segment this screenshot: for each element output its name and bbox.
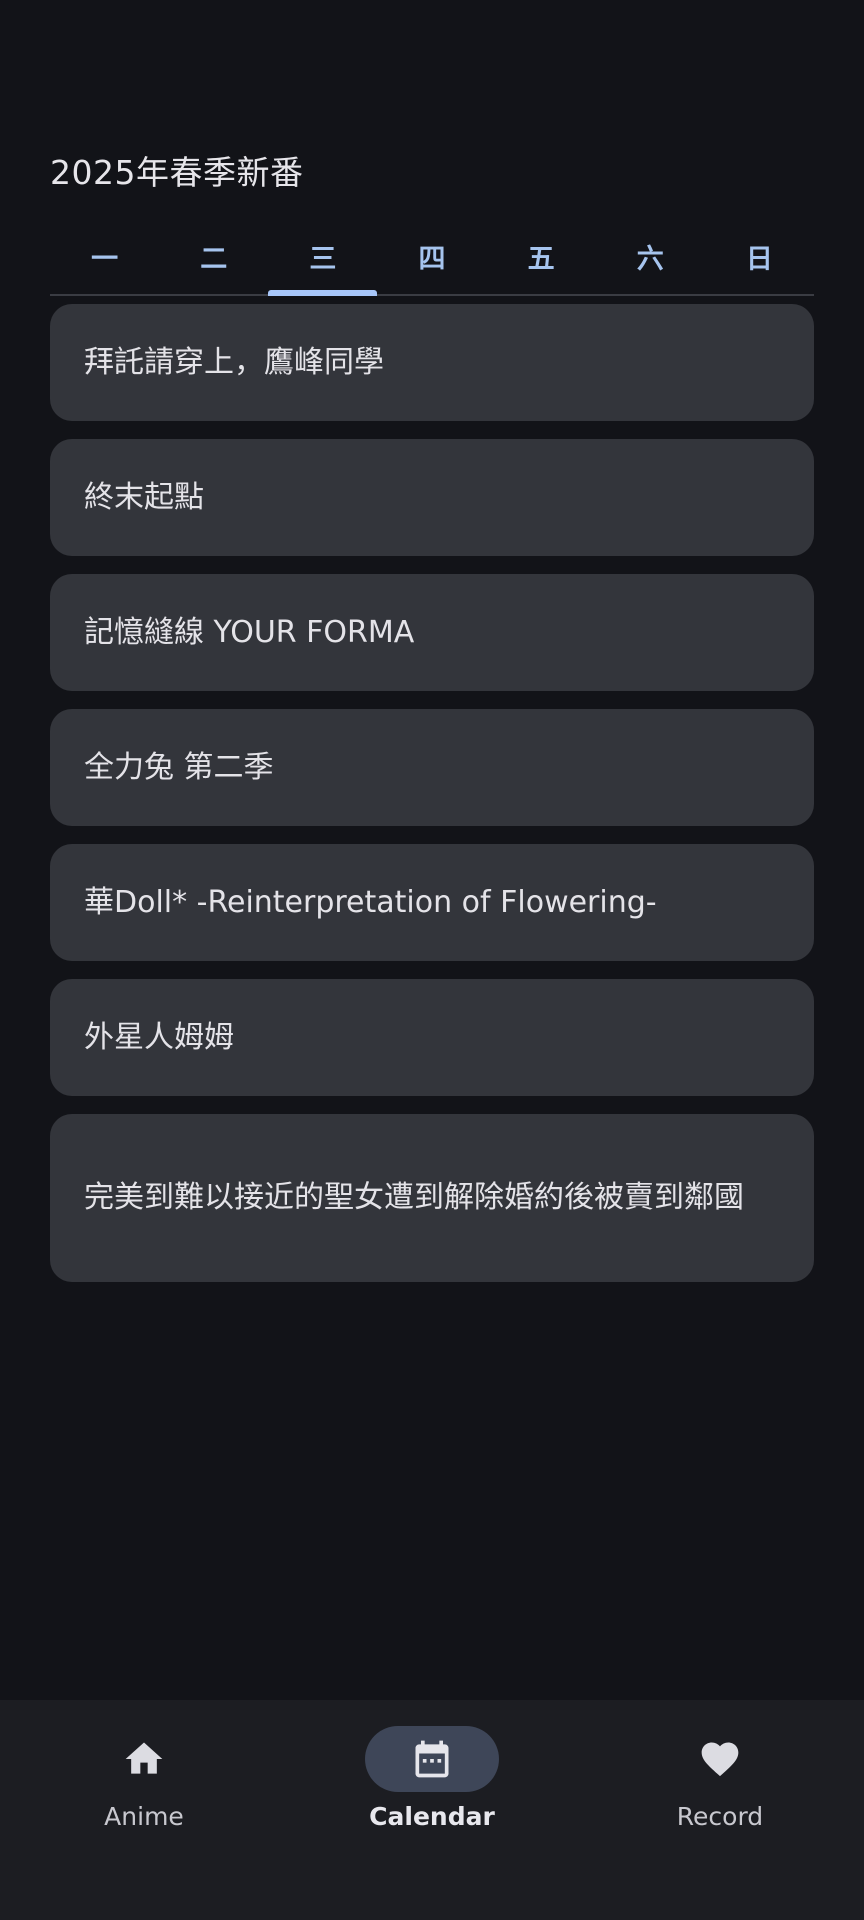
anime-card[interactable]: 記憶縫線 YOUR FORMA — [50, 574, 814, 691]
nav-item-record[interactable]: Record — [576, 1700, 864, 1920]
tab-sunday[interactable]: 日 — [705, 218, 814, 294]
nav-icon-container — [77, 1726, 211, 1792]
nav-item-anime[interactable]: Anime — [0, 1700, 288, 1920]
page-title: 2025年春季新番 — [50, 153, 304, 192]
home-icon — [122, 1737, 166, 1781]
tab-saturday[interactable]: 六 — [596, 218, 705, 294]
nav-item-calendar[interactable]: Calendar — [288, 1700, 576, 1920]
nav-label-record: Record — [676, 1802, 764, 1831]
screen: 2025年春季新番 一 二 三 四 五 六 日 拜託請穿上，鷹峰同學 終末起點 … — [0, 0, 864, 1920]
anime-card[interactable]: 華Doll* -Reinterpretation of Flowering- — [50, 844, 814, 961]
anime-card[interactable]: 終末起點 — [50, 439, 814, 556]
bottom-navigation: Anime Calendar Record — [0, 1700, 864, 1920]
calendar-icon — [410, 1737, 454, 1781]
tab-friday[interactable]: 五 — [487, 218, 596, 294]
tab-tuesday[interactable]: 二 — [159, 218, 268, 294]
weekday-tabs: 一 二 三 四 五 六 日 — [50, 218, 814, 296]
nav-icon-container-active — [365, 1726, 499, 1792]
nav-label-calendar: Calendar — [369, 1802, 495, 1831]
anime-card[interactable]: 外星人姆姆 — [50, 979, 814, 1096]
tab-wednesday[interactable]: 三 — [268, 218, 378, 296]
nav-icon-container — [653, 1726, 787, 1792]
heart-icon — [698, 1737, 742, 1781]
tab-monday[interactable]: 一 — [50, 218, 159, 294]
anime-card[interactable]: 全力兔 第二季 — [50, 709, 814, 826]
anime-card[interactable]: 完美到難以接近的聖女遭到解除婚約後被賣到鄰國 — [50, 1114, 814, 1282]
tab-thursday[interactable]: 四 — [377, 218, 486, 294]
anime-card[interactable]: 拜託請穿上，鷹峰同學 — [50, 304, 814, 421]
nav-label-anime: Anime — [104, 1802, 184, 1831]
anime-list: 拜託請穿上，鷹峰同學 終末起點 記憶縫線 YOUR FORMA 全力兔 第二季 … — [50, 304, 814, 1300]
